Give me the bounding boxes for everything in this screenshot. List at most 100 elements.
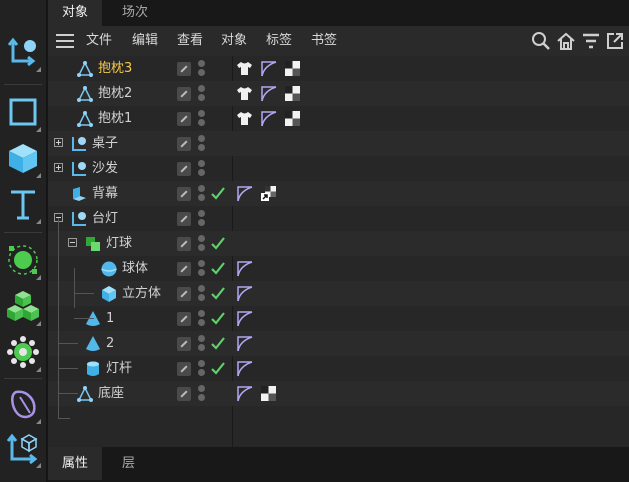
phong-tag-icon[interactable] bbox=[260, 60, 277, 77]
phong-tag-icon[interactable] bbox=[236, 385, 253, 402]
enabled-check-icon[interactable] bbox=[210, 258, 226, 278]
object-row[interactable]: 抱枕1 bbox=[48, 106, 629, 131]
editor-visibility-dot[interactable] bbox=[198, 85, 205, 92]
object-name[interactable]: 抱枕1 bbox=[98, 106, 132, 131]
gear-icon[interactable] bbox=[3, 330, 43, 374]
hamburger-menu-icon[interactable] bbox=[56, 34, 74, 48]
enabled-check-icon[interactable] bbox=[210, 308, 226, 328]
editor-visibility-dot[interactable] bbox=[198, 235, 205, 242]
cube-icon[interactable] bbox=[3, 136, 43, 180]
editor-visibility-dot[interactable] bbox=[198, 335, 205, 342]
phong-tag-icon[interactable] bbox=[236, 360, 253, 377]
text-icon[interactable] bbox=[3, 182, 43, 226]
object-name[interactable]: 1 bbox=[106, 306, 114, 331]
render-visibility-dot[interactable] bbox=[198, 194, 205, 201]
object-row[interactable]: 2 bbox=[48, 331, 629, 356]
menu-bookmarks[interactable]: 书签 bbox=[311, 26, 337, 56]
enabled-check-icon[interactable] bbox=[210, 183, 226, 203]
render-visibility-dot[interactable] bbox=[198, 319, 205, 326]
object-name[interactable]: 桌子 bbox=[92, 131, 118, 156]
layer-toggle-icon[interactable] bbox=[177, 362, 191, 376]
layer-toggle-icon[interactable] bbox=[177, 137, 191, 151]
object-row[interactable]: 球体 bbox=[48, 256, 629, 281]
material-link-tag-icon[interactable] bbox=[260, 185, 277, 202]
menu-object[interactable]: 对象 bbox=[221, 26, 247, 56]
tab-attributes[interactable]: 属性 bbox=[48, 447, 103, 480]
object-row[interactable]: 底座 bbox=[48, 381, 629, 406]
layer-toggle-icon[interactable] bbox=[177, 87, 191, 101]
object-name[interactable]: 底座 bbox=[98, 381, 124, 406]
object-name[interactable]: 立方体 bbox=[122, 281, 161, 306]
render-visibility-dot[interactable] bbox=[198, 244, 205, 251]
object-name[interactable]: 灯杆 bbox=[106, 356, 132, 381]
layer-toggle-icon[interactable] bbox=[177, 312, 191, 326]
render-visibility-dot[interactable] bbox=[198, 69, 205, 76]
object-name[interactable]: 台灯 bbox=[92, 206, 118, 231]
layer-toggle-icon[interactable] bbox=[177, 337, 191, 351]
phong-tag-icon[interactable] bbox=[260, 85, 277, 102]
object-row[interactable]: 抱枕2 bbox=[48, 81, 629, 106]
shirt-tag-icon[interactable] bbox=[236, 110, 253, 127]
object-name[interactable]: 球体 bbox=[122, 256, 148, 281]
render-visibility-dot[interactable] bbox=[198, 394, 205, 401]
render-visibility-dot[interactable] bbox=[198, 219, 205, 226]
object-name[interactable]: 抱枕2 bbox=[98, 81, 132, 106]
phong-tag-icon[interactable] bbox=[236, 260, 253, 277]
render-visibility-dot[interactable] bbox=[198, 269, 205, 276]
cloner-icon[interactable] bbox=[3, 284, 43, 328]
tab-objects[interactable]: 对象 bbox=[48, 0, 103, 26]
object-row[interactable]: 1 bbox=[48, 306, 629, 331]
editor-visibility-dot[interactable] bbox=[198, 310, 205, 317]
phong-tag-icon[interactable] bbox=[260, 110, 277, 127]
render-visibility-dot[interactable] bbox=[198, 94, 205, 101]
material-tag-icon[interactable] bbox=[284, 85, 301, 102]
material-tag-icon[interactable] bbox=[284, 110, 301, 127]
enabled-check-icon[interactable] bbox=[210, 233, 226, 253]
null-cube-icon[interactable] bbox=[3, 426, 43, 470]
null-object-icon[interactable] bbox=[3, 30, 43, 74]
cube-outline-icon[interactable] bbox=[3, 90, 43, 134]
enabled-check-icon[interactable] bbox=[210, 283, 226, 303]
editor-visibility-dot[interactable] bbox=[198, 210, 205, 217]
object-row[interactable]: 抱枕3 bbox=[48, 56, 629, 81]
phong-tag-icon[interactable] bbox=[236, 335, 253, 352]
menu-tags[interactable]: 标签 bbox=[266, 26, 292, 56]
render-visibility-dot[interactable] bbox=[198, 369, 205, 376]
object-name[interactable]: 沙发 bbox=[92, 156, 118, 181]
editor-visibility-dot[interactable] bbox=[198, 110, 205, 117]
editor-visibility-dot[interactable] bbox=[198, 135, 205, 142]
object-name[interactable]: 2 bbox=[106, 331, 114, 356]
render-visibility-dot[interactable] bbox=[198, 169, 205, 176]
layer-toggle-icon[interactable] bbox=[177, 162, 191, 176]
object-name[interactable]: 抱枕3 bbox=[98, 56, 132, 81]
render-visibility-dot[interactable] bbox=[198, 294, 205, 301]
phong-tag-icon[interactable] bbox=[236, 310, 253, 327]
editor-visibility-dot[interactable] bbox=[198, 385, 205, 392]
filter-icon[interactable] bbox=[581, 31, 601, 51]
object-row[interactable]: 灯球 bbox=[48, 231, 629, 256]
menu-view[interactable]: 查看 bbox=[177, 26, 203, 56]
object-name[interactable]: 灯球 bbox=[106, 231, 132, 256]
new-window-icon[interactable] bbox=[605, 31, 625, 51]
deformer-icon[interactable] bbox=[3, 382, 43, 426]
light-icon[interactable] bbox=[3, 238, 43, 282]
tab-layers[interactable]: 层 bbox=[108, 447, 149, 480]
render-visibility-dot[interactable] bbox=[198, 144, 205, 151]
shirt-tag-icon[interactable] bbox=[236, 60, 253, 77]
tab-takes[interactable]: 场次 bbox=[108, 0, 162, 26]
object-row[interactable]: 背幕 bbox=[48, 181, 629, 206]
material-tag-icon[interactable] bbox=[260, 385, 277, 402]
editor-visibility-dot[interactable] bbox=[198, 185, 205, 192]
layer-toggle-icon[interactable] bbox=[177, 187, 191, 201]
enabled-check-icon[interactable] bbox=[210, 358, 226, 378]
object-row[interactable]: 灯杆 bbox=[48, 356, 629, 381]
layer-toggle-icon[interactable] bbox=[177, 387, 191, 401]
editor-visibility-dot[interactable] bbox=[198, 360, 205, 367]
menu-edit[interactable]: 编辑 bbox=[132, 26, 158, 56]
expand-icon[interactable] bbox=[54, 163, 63, 172]
render-visibility-dot[interactable] bbox=[198, 344, 205, 351]
editor-visibility-dot[interactable] bbox=[198, 160, 205, 167]
home-icon[interactable] bbox=[556, 31, 576, 51]
material-tag-icon[interactable] bbox=[284, 60, 301, 77]
editor-visibility-dot[interactable] bbox=[198, 260, 205, 267]
